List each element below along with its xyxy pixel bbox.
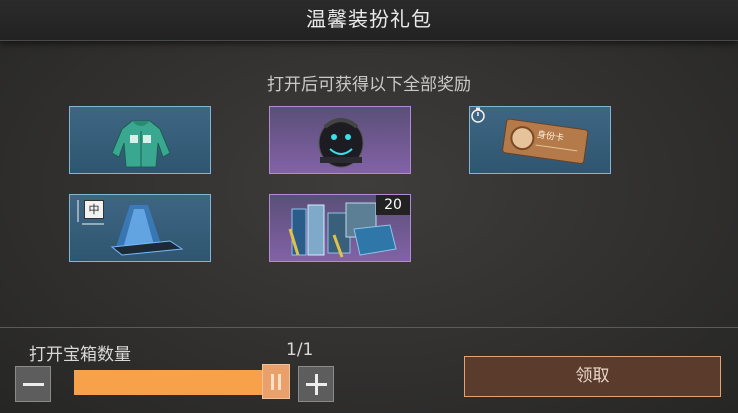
title-bar: 温馨装扮礼包 <box>0 0 738 41</box>
plus-icon <box>315 374 318 395</box>
rewards-subtitle: 打开后可获得以下全部奖励 <box>267 75 471 95</box>
grip-icon <box>278 374 281 390</box>
backpack-icon <box>318 118 364 168</box>
reward-item-hoodie[interactable] <box>69 106 211 174</box>
reward-item-glowing-trail[interactable]: 中 <box>69 194 211 262</box>
slider-handle[interactable] <box>262 364 290 399</box>
quantity-label: 打开宝箱数量 <box>29 345 131 365</box>
quantity-slider[interactable] <box>74 370 264 395</box>
glowing-trail-icon <box>110 205 184 256</box>
hoodie-icon <box>111 120 171 168</box>
minus-icon <box>23 383 44 386</box>
reward-item-material-bundle[interactable]: 20 <box>269 194 411 262</box>
name-card-icon: 身份卡 <box>502 118 589 164</box>
quantity-value: 1/1 <box>286 340 314 360</box>
item-count-badge: 20 <box>376 195 410 215</box>
grip-icon <box>271 374 274 390</box>
divider <box>0 327 738 328</box>
claim-button[interactable]: 领取 <box>464 356 721 397</box>
page-title: 温馨装扮礼包 <box>306 7 432 31</box>
increase-button[interactable] <box>298 366 334 402</box>
reward-item-backpack[interactable] <box>269 106 411 174</box>
reward-item-name-card[interactable]: 身份卡 <box>469 106 611 174</box>
decrease-button[interactable] <box>15 366 51 402</box>
